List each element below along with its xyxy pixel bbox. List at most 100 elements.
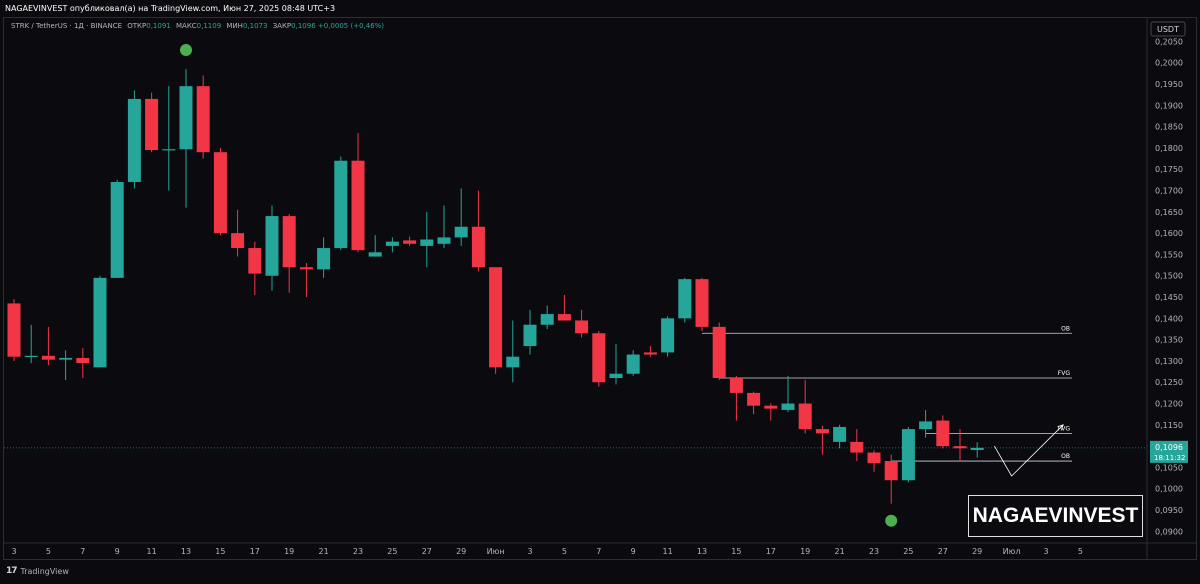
candle-body[interactable] [643, 352, 657, 355]
candle-body[interactable] [695, 279, 709, 327]
candle-body[interactable] [626, 354, 640, 374]
candle-body[interactable] [385, 241, 399, 246]
x-tick-label: 25 [387, 547, 397, 556]
candle-body[interactable] [403, 240, 417, 244]
candle-body[interactable] [454, 226, 468, 238]
candle-body[interactable] [93, 277, 107, 368]
y-tick-label: 0,1950 [1155, 80, 1183, 89]
candle-body[interactable] [368, 252, 382, 257]
candle-body[interactable] [351, 160, 365, 251]
y-tick-label: 0,1300 [1155, 357, 1183, 366]
x-tick-label: 7 [80, 547, 85, 556]
y-tick-label: 0,0950 [1155, 506, 1183, 515]
y-tick-label: 0,1450 [1155, 293, 1183, 302]
swing-marker-high [180, 43, 192, 56]
candle-body[interactable] [919, 421, 933, 430]
x-tick-label: 17 [250, 547, 260, 556]
candle-body[interactable] [41, 355, 55, 360]
x-tick-label: 9 [115, 547, 120, 556]
candle-body[interactable] [334, 160, 348, 249]
candle-body[interactable] [59, 357, 73, 360]
legend-open-value: 0,1091 [146, 22, 171, 30]
candle-body[interactable] [489, 267, 503, 368]
x-tick-label: 21 [835, 547, 845, 556]
candle-body[interactable] [764, 405, 778, 409]
legend-low-label: МИН [226, 22, 243, 30]
x-tick-label: 25 [903, 547, 913, 556]
candle-body[interactable] [317, 248, 331, 270]
candle-body[interactable] [76, 357, 90, 364]
candle-body[interactable] [712, 326, 726, 378]
candle-body[interactable] [213, 152, 227, 234]
candle-body[interactable] [936, 420, 950, 447]
x-tick-label: 15 [215, 547, 225, 556]
projection-path[interactable] [994, 424, 1064, 477]
x-tick-label: 29 [456, 547, 466, 556]
tradingview-logo-icon: 17 [6, 566, 17, 576]
y-tick-label: 0,1800 [1155, 144, 1183, 153]
x-tick-label: 3 [527, 547, 532, 556]
legend-change-value: +0,0005 (+0,46%) [317, 22, 385, 30]
y-tick-label: 0,1650 [1155, 208, 1183, 217]
candle-body[interactable] [506, 356, 520, 368]
candle-body[interactable] [884, 461, 898, 481]
x-tick-label: 7 [596, 547, 601, 556]
candle-body[interactable] [231, 233, 245, 249]
candle-body[interactable] [110, 182, 124, 278]
ohlc-legend: STRK / TetherUS · 1Д · BINANCE ОТКР0,109… [11, 22, 384, 30]
x-tick-label: 11 [663, 547, 673, 556]
x-tick-label: 11 [147, 547, 157, 556]
candle-body[interactable] [729, 377, 743, 393]
candle-body[interactable] [609, 373, 623, 378]
candle-body[interactable] [145, 98, 159, 151]
x-tick-label: 17 [766, 547, 776, 556]
candle-body[interactable] [282, 216, 296, 268]
candle-body[interactable] [420, 239, 434, 246]
x-tick-label: 21 [319, 547, 329, 556]
candle-body[interactable] [678, 279, 692, 319]
x-tick-label: 3 [1043, 547, 1048, 556]
candle-body[interactable] [592, 333, 606, 383]
legend-close-label: ЗАКР [272, 22, 292, 30]
candle-body[interactable] [970, 447, 984, 450]
x-tick-label: 3 [11, 547, 16, 556]
candle-body[interactable] [196, 86, 210, 153]
candle-body[interactable] [471, 226, 485, 268]
x-tick-label: 27 [938, 547, 948, 556]
candle-body[interactable] [523, 324, 537, 347]
candle-body[interactable] [815, 429, 829, 434]
author-watermark: NAGAEVINVEST [968, 495, 1143, 537]
candle-body[interactable] [850, 441, 864, 453]
candle-body[interactable] [833, 426, 847, 442]
candle-body[interactable] [953, 446, 967, 449]
y-tick-label: 0,1700 [1155, 187, 1183, 196]
y-tick-label: 0,1750 [1155, 165, 1183, 174]
candle-body[interactable] [7, 303, 21, 357]
candle-body[interactable] [540, 314, 554, 325]
candle-body[interactable] [575, 320, 589, 334]
candle-body[interactable] [299, 267, 313, 270]
x-tick-label: 13 [697, 547, 707, 556]
candle-body[interactable] [248, 248, 262, 274]
y-tick-label: 0,1200 [1155, 400, 1183, 409]
candle-body[interactable] [661, 318, 675, 353]
candle-body[interactable] [798, 403, 812, 430]
legend-symbol: STRK / TetherUS · 1Д · BINANCE [11, 22, 123, 30]
x-tick-label: 5 [1078, 547, 1083, 556]
candle-body[interactable] [747, 392, 761, 406]
y-tick-label: 0,0900 [1155, 527, 1183, 536]
candle-body[interactable] [127, 98, 141, 183]
candle-body[interactable] [24, 355, 38, 358]
candle-body[interactable] [179, 86, 193, 150]
last-price-value: 0,1096 [1155, 443, 1183, 452]
x-tick-label: 29 [972, 547, 982, 556]
candle-body[interactable] [867, 452, 881, 464]
candle-body[interactable] [901, 429, 915, 481]
candle-body[interactable] [781, 403, 795, 410]
candle-body[interactable] [437, 237, 451, 244]
candle-body[interactable] [265, 216, 279, 276]
swing-marker-low [885, 514, 898, 527]
y-tick-label: 0,2000 [1155, 59, 1183, 68]
candle-body[interactable] [162, 149, 176, 151]
candle-body[interactable] [557, 314, 571, 321]
